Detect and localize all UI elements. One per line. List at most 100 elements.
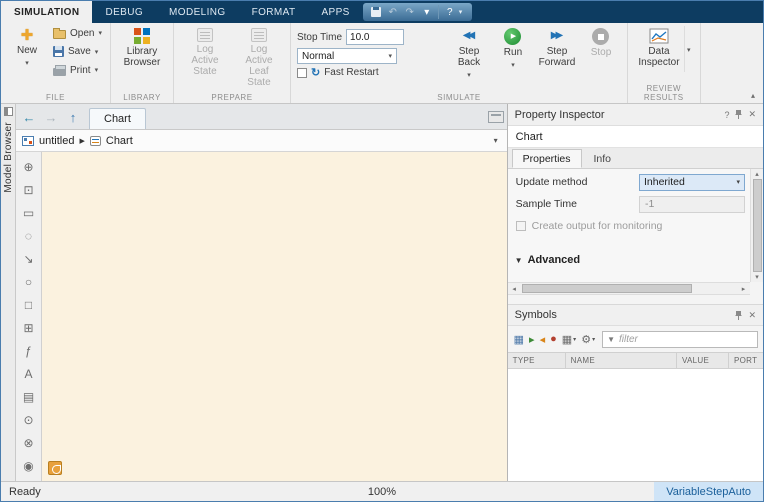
canvas-options-icon[interactable] (487, 111, 504, 123)
advanced-caret-icon: ▼ (514, 255, 523, 265)
step-forward-button[interactable]: ▶▶ Step Forward (537, 26, 577, 70)
inspector-pin-icon[interactable] (735, 110, 743, 119)
tab-properties[interactable]: Properties (511, 149, 582, 168)
symbols-filter-input[interactable] (619, 333, 753, 345)
help-menu-caret-icon[interactable]: ▾ (459, 8, 467, 16)
quick-access-more-icon[interactable]: ▾ (419, 4, 435, 20)
palette-function-button[interactable]: ƒ (18, 339, 40, 362)
properties-vertical-scrollbar[interactable]: ▴ ▾ (750, 169, 763, 282)
palette-truth-table-button[interactable]: ▤ (18, 385, 40, 408)
navigate-back-icon[interactable]: ← (19, 107, 39, 127)
status-bar: Ready 100% VariableStepAuto (1, 481, 763, 501)
stop-time-input[interactable] (346, 29, 405, 45)
simulation-mode-dropdown[interactable]: Normal ▾ (296, 48, 397, 64)
palette-history-junction-button[interactable]: ◌ (18, 224, 40, 247)
right-panel: Property Inspector ? ✕ Chart Properties … (506, 104, 763, 481)
document-tab-chart[interactable]: Chart (89, 108, 146, 129)
new-icon: ✚ (20, 27, 34, 44)
print-button[interactable]: Print ▾ (51, 64, 104, 76)
library-browser-button[interactable]: Library Browser (117, 26, 167, 70)
scroll-left-icon[interactable]: ◂ (508, 285, 521, 293)
breadcrumb-chart[interactable]: Chart (106, 135, 133, 147)
breadcrumb-model[interactable]: untitled (39, 135, 74, 147)
column-header-port[interactable]: PORT (729, 353, 763, 368)
model-browser-label: Model Browser (2, 122, 14, 193)
data-inspector-button[interactable]: Data Inspector (634, 26, 684, 70)
symbols-view-icon[interactable]: ▦ ▾ (561, 331, 577, 348)
symbols-table-body[interactable] (507, 369, 763, 481)
palette-state-button[interactable]: ▭ (18, 201, 40, 224)
palette-cross-junction-button[interactable]: ⊗ (18, 431, 40, 454)
monitor-output-checkbox[interactable] (515, 221, 526, 231)
breadcrumb-caret-icon[interactable]: ▾ (491, 136, 501, 145)
stateflow-badge-icon[interactable] (48, 461, 62, 475)
sample-time-row: Sample Time -1 (508, 193, 750, 215)
navigate-forward-icon[interactable]: → (41, 107, 61, 127)
palette-box-button[interactable]: □ (18, 293, 40, 316)
tab-simulation[interactable]: SIMULATION (1, 1, 93, 23)
inspector-fields: Update method Inherited ▾ Sample Time -1… (507, 169, 763, 282)
advanced-section-toggle[interactable]: ▼ Advanced (508, 250, 750, 270)
symbols-settings-icon[interactable]: ⚙ ▾ (580, 331, 596, 348)
redo-icon[interactable]: ↷ (402, 4, 418, 20)
palette-simulink-state-button[interactable]: ⊞ (18, 316, 40, 339)
open-caret-icon: ▾ (98, 30, 102, 37)
stateflow-canvas[interactable] (42, 152, 507, 481)
palette-fit-to-view-button[interactable]: ⊡ (18, 178, 40, 201)
palette-annotation-button[interactable]: A (18, 362, 40, 385)
update-method-dropdown[interactable]: Inherited ▾ (639, 173, 745, 191)
step-back-button[interactable]: ◀◀ Step Back ▾ (449, 26, 489, 83)
scroll-right-icon[interactable]: ▸ (737, 285, 750, 293)
vertical-scroll-thumb[interactable] (752, 179, 762, 272)
add-output-data-icon[interactable]: ◂ (539, 331, 547, 348)
symbols-close-icon[interactable]: ✕ (748, 310, 756, 321)
library-browser-icon (133, 28, 150, 44)
scroll-up-icon[interactable]: ▴ (755, 170, 759, 178)
palette-target-button[interactable]: ◉ (18, 454, 40, 477)
sample-time-input[interactable]: -1 (639, 195, 745, 213)
column-header-value[interactable]: VALUE (677, 353, 729, 368)
help-icon[interactable]: ? (442, 4, 458, 20)
tab-apps[interactable]: APPS (308, 1, 362, 23)
tab-format[interactable]: FORMAT (239, 1, 309, 23)
inspector-help-icon[interactable]: ? (724, 110, 729, 120)
navigate-up-icon[interactable]: ↑ (63, 107, 83, 127)
undo-icon[interactable]: ↶ (385, 4, 401, 20)
add-local-data-icon[interactable]: ● (549, 331, 558, 348)
open-button[interactable]: Open ▾ (51, 27, 104, 39)
tab-debug[interactable]: DEBUG (92, 1, 156, 23)
scroll-down-icon[interactable]: ▾ (755, 273, 759, 281)
save-button[interactable]: Save ▾ (51, 46, 104, 57)
stop-button[interactable]: Stop (581, 26, 621, 60)
review-results-section-label: REVIEW RESULTS (643, 84, 684, 102)
palette-default-transition-button[interactable]: ↘ (18, 247, 40, 270)
palette-connective-junction-button[interactable]: ○ (18, 270, 40, 293)
tab-modeling[interactable]: MODELING (156, 1, 239, 23)
step-forward-icon: ▶▶ (550, 30, 563, 41)
log-active-state-button[interactable]: Log Active State (180, 26, 230, 79)
column-header-type[interactable]: TYPE (508, 353, 566, 368)
run-button[interactable]: ▶ Run ▾ (493, 26, 533, 73)
model-browser-strip[interactable]: Model Browser (1, 104, 16, 481)
properties-horizontal-scrollbar[interactable]: ◂ ▸ (507, 282, 750, 295)
tab-info[interactable]: Info (583, 149, 623, 168)
inspector-close-icon[interactable]: ✕ (748, 109, 756, 120)
add-data-icon[interactable]: ▦ (513, 331, 525, 348)
floppy-icon (370, 7, 381, 17)
symbols-pin-icon[interactable] (735, 310, 743, 320)
save-icon[interactable] (368, 4, 384, 20)
solver-link[interactable]: VariableStepAuto (654, 482, 763, 501)
new-button[interactable]: ✚ New ▾ (7, 26, 47, 71)
main-area: Model Browser ← → ↑ Chart untitled ▶ Cha… (1, 104, 763, 481)
model-icon (22, 135, 34, 146)
column-header-name[interactable]: NAME (566, 353, 677, 368)
palette-junction-button[interactable]: ⊙ (18, 408, 40, 431)
add-input-data-icon[interactable]: ▸ (528, 331, 536, 348)
app-window: SIMULATION DEBUG MODELING FORMAT APPS ↶ … (0, 0, 764, 502)
palette-zoom-in-button[interactable]: ⊕ (18, 155, 40, 178)
data-inspector-caret-icon[interactable]: ▾ (683, 26, 694, 72)
collapse-ribbon-icon[interactable]: ▴ (746, 89, 760, 101)
log-active-leaf-state-button[interactable]: Log Active Leaf State (234, 26, 284, 90)
horizontal-scroll-thumb[interactable] (521, 284, 692, 293)
fast-restart-checkbox[interactable] (296, 67, 307, 78)
